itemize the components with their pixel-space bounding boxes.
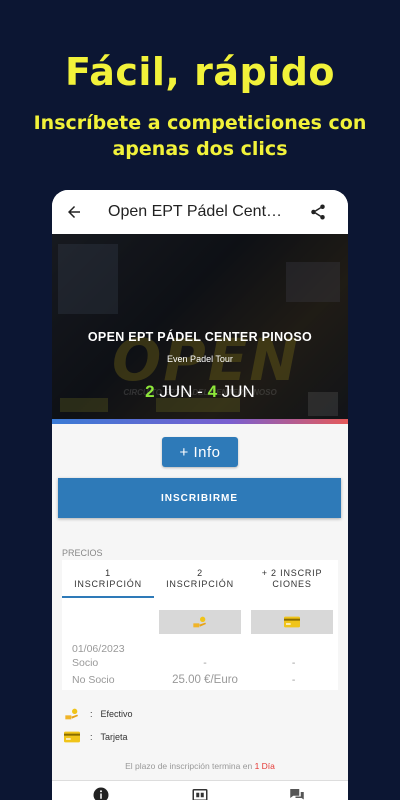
row-value: -	[291, 674, 296, 686]
row-label: 01/06/2023	[72, 643, 125, 655]
tab-2-inscripcion[interactable]: 2 INSCRIPCIÓN	[154, 560, 246, 598]
legend-separator: :	[90, 732, 93, 742]
tab-line1: + 2 INSCRIP	[261, 568, 323, 578]
promo-subtitle: Inscríbete a competiciones con apenas do…	[33, 112, 367, 160]
cash-icon	[159, 610, 241, 634]
row-value: 25.00 €/Euro	[172, 674, 238, 686]
end-month: JUN	[221, 382, 255, 401]
legend-separator: :	[90, 709, 93, 719]
info-icon[interactable]	[92, 786, 110, 800]
prices-section-label: PRECIOS	[62, 548, 103, 558]
app-bar: Open EPT Pádel Center Pinoso	[52, 190, 348, 234]
price-tabs: 1 INSCRIPCIÓN 2 INSCRIPCIÓN + 2 INSCRIP …	[62, 560, 338, 598]
end-day: 4	[207, 382, 218, 401]
table-row: No Socio 25.00 €/Euro -	[62, 673, 338, 687]
scoreboard-icon[interactable]	[191, 786, 209, 800]
inscribirme-button[interactable]: INSCRIBIRME	[58, 478, 341, 518]
legend-cash: : Efectivo	[64, 706, 133, 722]
row-value: -	[203, 657, 207, 669]
deadline-highlight: 1 Día	[254, 761, 275, 771]
table-row: 01/06/2023	[62, 642, 338, 656]
payment-icons-row	[62, 610, 338, 634]
date-separator: -	[197, 382, 203, 401]
banner-stripe	[52, 419, 348, 424]
bottom-nav	[52, 780, 348, 800]
start-day: 2	[145, 382, 155, 401]
cash-icon	[65, 708, 78, 720]
tab-line2: INSCRIPCIÓN	[74, 579, 142, 589]
row-label: No Socio	[72, 674, 115, 686]
tab-1-inscripcion[interactable]: 1 INSCRIPCIÓN	[62, 560, 154, 598]
event-banner: OPEN CIRCUITO EPT PADEL CENTER PINOSO OP…	[52, 234, 348, 424]
cash-label: Efectivo	[100, 709, 133, 719]
deadline-notice: El plazo de inscripción termina en 1 Día	[52, 761, 348, 771]
row-label: Socio	[72, 657, 99, 669]
deadline-text: El plazo de inscripción termina en	[125, 761, 253, 771]
tab-line1: 1	[105, 568, 111, 578]
tab-line2: INSCRIPCIÓN	[166, 579, 234, 589]
share-icon[interactable]	[306, 200, 330, 224]
card-label: Tarjeta	[100, 732, 128, 742]
event-organizer: Even Padel Tour	[167, 354, 233, 364]
row-value	[249, 642, 338, 656]
row-value: -	[291, 657, 296, 669]
row-value	[161, 642, 250, 656]
phone-screen: Open EPT Pádel Center Pinoso OPEN CIRCUI…	[52, 190, 348, 800]
info-button[interactable]: + Info	[162, 437, 238, 467]
card-icon	[251, 610, 333, 634]
event-title: OPEN EPT PÁDEL CENTER PINOSO	[87, 330, 313, 344]
tab-line2: CIONES	[272, 579, 312, 589]
event-dates: 2 JUN - 4 JUN	[52, 382, 348, 402]
page-title: Open EPT Pádel Center Pinoso	[108, 203, 288, 220]
price-card: 1 INSCRIPCIÓN 2 INSCRIPCIÓN + 2 INSCRIP …	[62, 560, 338, 690]
tab-more-inscripciones[interactable]: + 2 INSCRIP CIONES	[246, 560, 338, 598]
price-rows: 01/06/2023 Socio - - No Socio 25.00 €/Eu…	[62, 642, 338, 687]
legend-card: : Tarjeta	[64, 731, 128, 743]
tab-line1: 2	[197, 568, 203, 578]
start-month: JUN	[159, 382, 193, 401]
chat-icon[interactable]	[288, 786, 306, 800]
card-icon	[64, 731, 80, 743]
promo-title: Fácil, rápido	[64, 50, 336, 94]
arrow-back-icon[interactable]	[62, 200, 86, 224]
table-row: Socio - -	[62, 656, 338, 670]
